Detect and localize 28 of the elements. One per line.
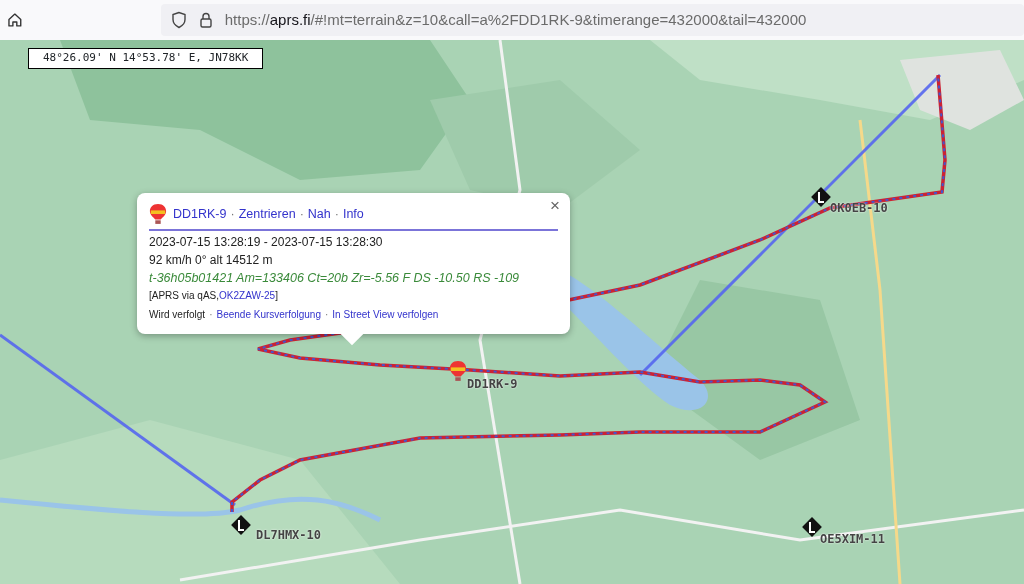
action-link[interactable]: Zentrieren (238, 204, 296, 224)
station-label[interactable]: OK0EB-10 (830, 199, 888, 217)
close-button[interactable]: × (546, 193, 564, 219)
lock-icon[interactable] (198, 12, 213, 28)
separator-dot: · (334, 205, 339, 223)
separator-dot: · (325, 308, 329, 320)
time-range-text: 2023-07-15 13:28:19 - 2023-07-15 13:28:30 (149, 234, 384, 251)
station-label[interactable]: DL7HMX-10 (256, 526, 322, 544)
path-text: [APRS via qAS,OK2ZAW-25] (149, 288, 279, 303)
separator-dot: · (230, 205, 235, 223)
action-link[interactable]: Nah (307, 204, 331, 224)
home-icon[interactable] (7, 12, 23, 28)
shield-icon[interactable] (170, 11, 187, 29)
motion-text: 92 km/h 0° alt 14512 m (149, 252, 274, 269)
comment-text: t-36h05b01421 Am=133406 Ct=20b Zr=-5.56 F DS -10.50 RS -109 (149, 270, 521, 287)
tracking-status: Wird verfolgt (149, 308, 206, 320)
coordinate-readout: 48°26.09' N 14°53.78' E, JN78KK (28, 48, 264, 69)
tracking-link[interactable]: In Street View verfolgen (332, 308, 439, 320)
balloon-icon[interactable] (449, 360, 467, 382)
tracking-link[interactable]: Beende Kursverfolgung (216, 308, 321, 320)
callsign-link[interactable]: DD1RK-9 (173, 204, 227, 224)
separator-dot: · (209, 308, 213, 320)
balloon-icon (149, 203, 167, 225)
separator-dot: · (299, 205, 304, 223)
station-label[interactable]: OE5XIM-11 (820, 530, 886, 548)
diamond-marker-icon[interactable] (810, 186, 832, 208)
action-link[interactable]: Info (342, 204, 364, 224)
station-label[interactable]: DD1RK-9 (467, 375, 518, 393)
